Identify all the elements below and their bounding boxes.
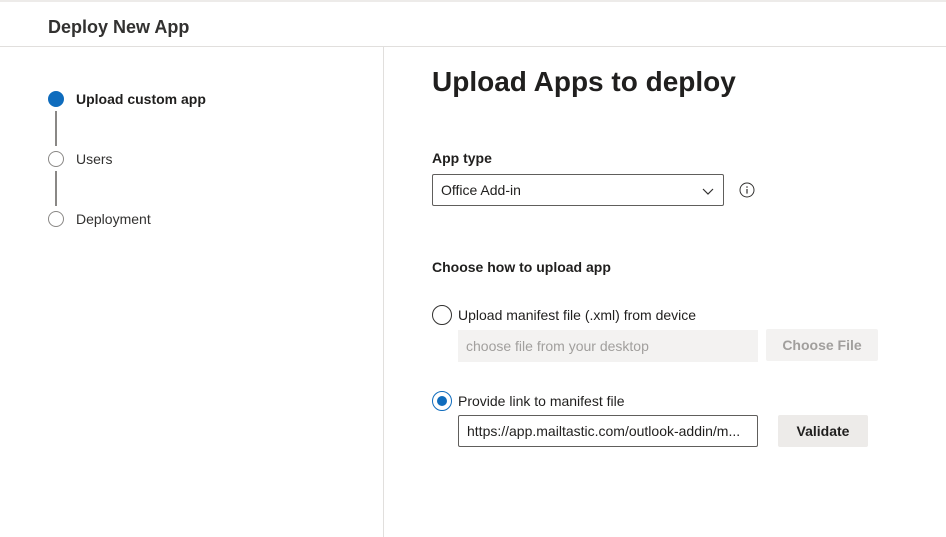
step-label: Deployment	[76, 211, 151, 227]
info-icon[interactable]	[739, 182, 755, 198]
main-title: Upload Apps to deploy	[432, 66, 736, 97]
step-deployment: Deployment	[48, 209, 151, 229]
header-bar: Deploy New App	[0, 0, 946, 47]
step-label: Upload custom app	[76, 91, 206, 107]
radio-label: Upload manifest file (.xml) from device	[458, 307, 697, 323]
chevron-down-icon	[702, 188, 714, 195]
file-path-input: choose file from your desktop	[458, 330, 758, 362]
step-connector	[55, 111, 57, 146]
step-active-indicator-icon	[48, 91, 64, 107]
step-upload-custom-app: Upload custom app	[48, 89, 206, 109]
radio-unchecked-icon[interactable]	[432, 305, 452, 325]
step-users: Users	[48, 149, 113, 169]
validate-button[interactable]: Validate	[778, 415, 868, 447]
app-type-label: App type	[432, 150, 492, 166]
step-indicator-icon	[48, 151, 64, 167]
radio-provide-link[interactable]: Provide link to manifest file	[432, 391, 625, 411]
panel-divider	[383, 47, 384, 537]
app-type-dropdown[interactable]: Office Add-in	[432, 174, 724, 206]
step-connector	[55, 171, 57, 206]
radio-upload-manifest-file[interactable]: Upload manifest file (.xml) from device	[432, 305, 696, 325]
step-indicator-icon	[48, 211, 64, 227]
radio-label: Provide link to manifest file	[458, 393, 625, 409]
page-header-title: Deploy New App	[48, 17, 190, 37]
radio-checked-icon[interactable]	[432, 391, 452, 411]
step-label: Users	[76, 151, 113, 167]
app-type-selected-value: Office Add-in	[441, 182, 521, 198]
upload-method-label: Choose how to upload app	[432, 259, 611, 275]
manifest-link-input[interactable]: https://app.mailtastic.com/outlook-addin…	[458, 415, 758, 447]
deploy-new-app-page: Deploy New App Upload custom app Users D…	[0, 0, 946, 537]
choose-file-button: Choose File	[766, 329, 878, 361]
